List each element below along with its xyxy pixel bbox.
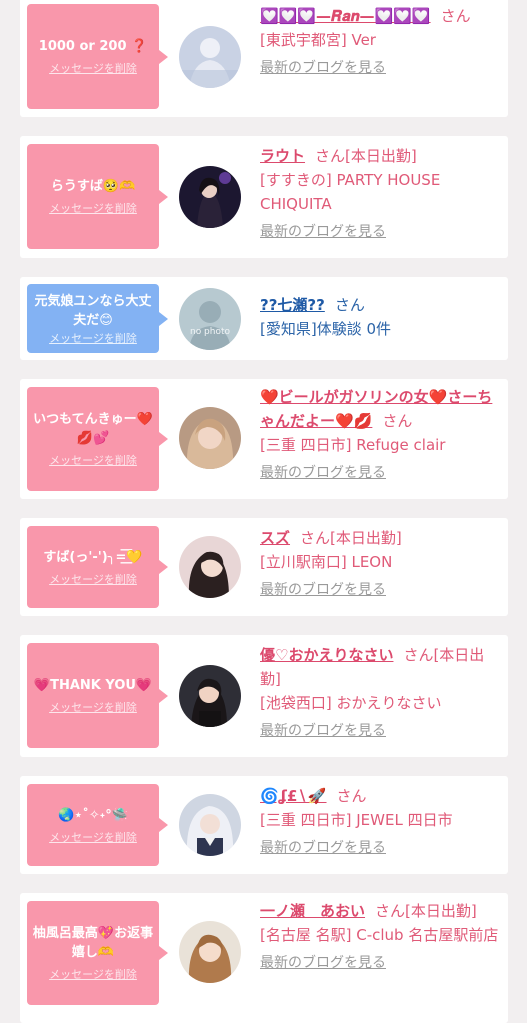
member-name-link[interactable]: 優♡おかえりなさい — [260, 646, 393, 664]
delete-message-link[interactable]: メッセージを削除 — [49, 573, 137, 587]
avatar[interactable] — [179, 26, 241, 88]
message-bubble: 柚風呂最高💖お返事嬉し🫶 メッセージを削除 — [27, 901, 168, 1005]
message-text: らうすば🥺🫶 — [50, 179, 136, 194]
latest-blog-link[interactable]: 最新のブログを見る — [260, 220, 500, 244]
message-card: いつもてんきゅー❤️💋💕 メッセージを削除 ❤️ビールがガソリンの女❤️さーちゃ… — [20, 379, 508, 499]
member-location: [名古屋 名駅] C-club 名古屋駅前店 — [260, 926, 499, 944]
member-info: 優♡おかえりなさい さん[本日出勤] [池袋西口] おかえりなさい 最新のブログを… — [260, 643, 500, 743]
avatar[interactable] — [179, 921, 241, 983]
message-text: すば(っ'-')╮=͟͟͞͞💛 — [43, 549, 143, 565]
member-location: [すすきの] PARTY HOUSE CHIQUITA — [260, 171, 441, 213]
member-name-link[interactable]: ❤️ビールがガソリンの女❤️さーちゃんだよー❤️💋 — [260, 388, 492, 430]
latest-blog-link[interactable]: 最新のブログを見る — [260, 836, 500, 860]
honorific: さん[本日出勤] — [315, 147, 417, 165]
message-text: 💗THANK YOU💗 — [33, 678, 153, 693]
message-text: 1000 or 200 ❓ — [38, 39, 148, 54]
avatar[interactable] — [179, 407, 241, 469]
delete-message-link[interactable]: メッセージを削除 — [49, 202, 137, 216]
message-bubble: らうすば🥺🫶 メッセージを削除 — [27, 144, 168, 249]
message-card: らうすば🥺🫶 メッセージを削除 ラウト さん[本日出勤] [すすきの] PARTY… — [20, 136, 508, 258]
honorific: さん — [334, 296, 365, 314]
message-bubble: 元気娘ユンなら大丈夫だ😊 メッセージを削除 — [27, 284, 168, 353]
member-name-link[interactable]: 💟💟💟—𝑹𝒂𝒏—💟💟💟 — [260, 7, 431, 25]
member-location: [三重 四日市] JEWEL 四日市 — [260, 811, 453, 829]
latest-blog-link[interactable]: 最新のブログを見る — [260, 719, 500, 743]
member-info: 一ノ瀬 あおい さん[本日出勤] [名古屋 名駅] C-club 名古屋駅前店 最… — [260, 899, 500, 975]
no-photo-label: no photo — [190, 327, 231, 337]
message-bubble: すば(っ'-')╮=͟͟͞͞💛 メッセージを削除 — [27, 526, 168, 608]
message-card: 1000 or 200 ❓ メッセージを削除 💟💟💟—𝑹𝒂𝒏—💟💟💟 さん [東武… — [20, 0, 508, 117]
honorific: さん — [440, 7, 471, 25]
honorific: さん — [382, 412, 413, 430]
member-location: [三重 四日市] Refuge clair — [260, 436, 446, 454]
avatar[interactable] — [179, 166, 241, 228]
member-location: [愛知県]体験談 0件 — [260, 320, 392, 338]
member-name-link[interactable]: ??七瀬?? — [260, 296, 325, 314]
member-info: 🌀ʆ£∖🚀 さん [三重 四日市] JEWEL 四日市 最新のブログを見る — [260, 784, 500, 860]
message-text: 元気娘ユンなら大丈夫だ😊 — [34, 293, 152, 328]
message-bubble: 1000 or 200 ❓ メッセージを削除 — [27, 4, 168, 109]
message-text: 🌏⋆˚✧˖°🛸 — [58, 807, 128, 823]
message-card: 元気娘ユンなら大丈夫だ😊 メッセージを削除 no photo ??七瀬?? さん … — [20, 277, 508, 360]
member-name-link[interactable]: 一ノ瀬 あおい — [260, 902, 365, 920]
delete-message-link[interactable]: メッセージを削除 — [49, 454, 137, 468]
avatar[interactable] — [179, 794, 241, 856]
honorific: さん[本日出勤] — [375, 902, 477, 920]
member-location: [池袋西口] おかえりなさい — [260, 694, 442, 712]
message-card: すば(っ'-')╮=͟͟͞͞💛 メッセージを削除 スズ さん[本日出勤] [立川駅… — [20, 518, 508, 616]
message-card: 🌏⋆˚✧˖°🛸 メッセージを削除 🌀ʆ£∖🚀 さん [三重 四日市] JEWEL … — [20, 776, 508, 874]
message-bubble: 💗THANK YOU💗 メッセージを削除 — [27, 643, 168, 748]
member-name-link[interactable]: 🌀ʆ£∖🚀 — [260, 787, 327, 805]
latest-blog-link[interactable]: 最新のブログを見る — [260, 951, 500, 975]
message-text: いつもてんきゅー❤️💋💕 — [33, 412, 153, 446]
latest-blog-link[interactable]: 最新のブログを見る — [260, 578, 500, 602]
message-card: 柚風呂最高💖お返事嬉し🫶 メッセージを削除 一ノ瀬 あおい さん[本日出勤] [名… — [20, 893, 508, 1023]
message-bubble: いつもてんきゅー❤️💋💕 メッセージを削除 — [27, 387, 168, 491]
latest-blog-link[interactable]: 最新のブログを見る — [260, 56, 500, 80]
message-text: 柚風呂最高💖お返事嬉し🫶 — [32, 926, 154, 960]
honorific: さん — [336, 787, 367, 805]
avatar[interactable] — [179, 665, 241, 727]
member-info: ラウト さん[本日出勤] [すすきの] PARTY HOUSE CHIQUITA … — [260, 144, 500, 244]
message-bubble: 🌏⋆˚✧˖°🛸 メッセージを削除 — [27, 784, 168, 866]
honorific: さん[本日出勤] — [300, 529, 402, 547]
latest-blog-link[interactable]: 最新のブログを見る — [260, 461, 500, 485]
member-info: スズ さん[本日出勤] [立川駅南口] LEON 最新のブログを見る — [260, 526, 500, 602]
message-card: 💗THANK YOU💗 メッセージを削除 優♡おかえりなさい さん[本日出勤] [… — [20, 635, 508, 757]
avatar[interactable] — [179, 536, 241, 598]
member-name-link[interactable]: スズ — [260, 529, 290, 547]
delete-message-link[interactable]: メッセージを削除 — [49, 701, 137, 715]
delete-message-link[interactable]: メッセージを削除 — [49, 332, 137, 346]
avatar[interactable]: no photo — [179, 288, 241, 350]
member-info: ??七瀬?? さん [愛知県]体験談 0件 — [260, 293, 500, 341]
member-info: ❤️ビールがガソリンの女❤️さーちゃんだよー❤️💋 さん [三重 四日市] Ref… — [260, 385, 500, 485]
delete-message-link[interactable]: メッセージを削除 — [49, 831, 137, 845]
member-location: [東武宇都宮] Ver — [260, 31, 376, 49]
member-info: 💟💟💟—𝑹𝒂𝒏—💟💟💟 さん [東武宇都宮] Ver 最新のブログを見る — [260, 4, 500, 80]
member-name-link[interactable]: ラウト — [260, 147, 305, 165]
delete-message-link[interactable]: メッセージを削除 — [49, 62, 137, 76]
delete-message-link[interactable]: メッセージを削除 — [49, 968, 137, 982]
member-location: [立川駅南口] LEON — [260, 553, 393, 571]
